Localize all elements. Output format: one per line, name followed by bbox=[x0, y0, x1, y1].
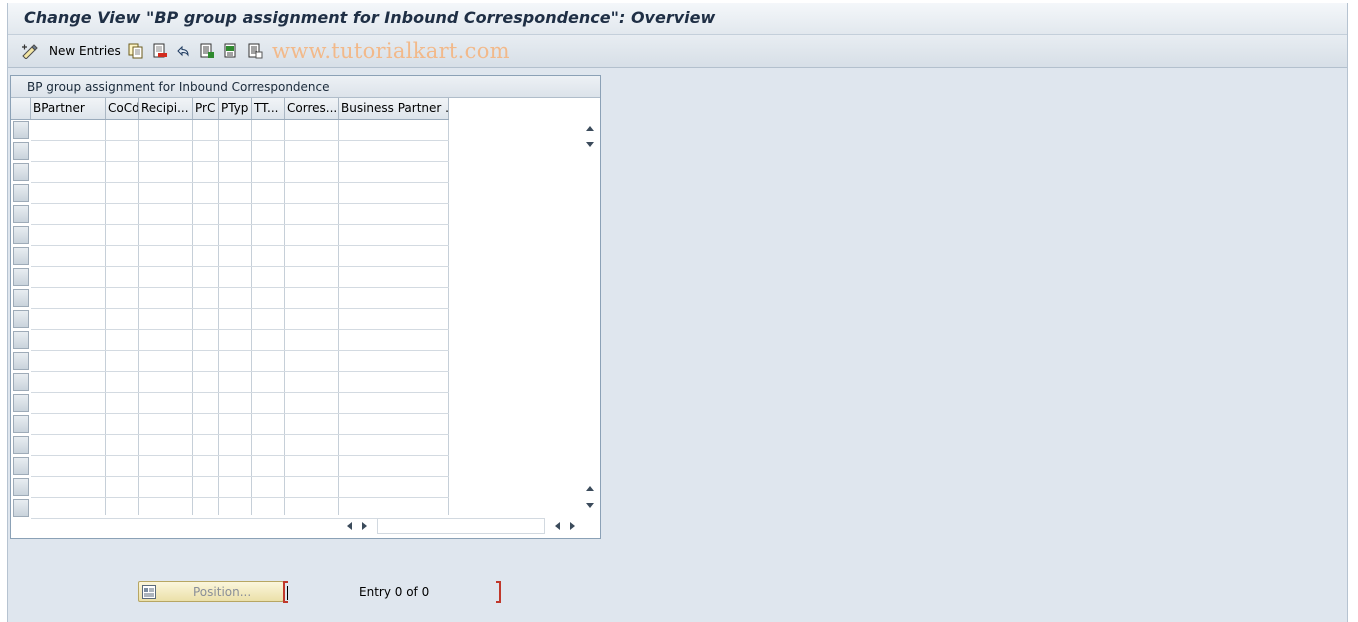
row-selector[interactable] bbox=[13, 457, 29, 475]
horizontal-scroll-track[interactable] bbox=[377, 518, 545, 534]
row-selector[interactable] bbox=[13, 436, 29, 454]
table-row bbox=[31, 287, 449, 288]
row-selector[interactable] bbox=[13, 121, 29, 139]
new-entries-button[interactable]: New Entries bbox=[49, 44, 121, 58]
table-row bbox=[31, 140, 449, 141]
table-row bbox=[31, 224, 449, 225]
row-selector[interactable] bbox=[13, 373, 29, 391]
position-icon bbox=[142, 585, 156, 602]
row-selector[interactable] bbox=[13, 205, 29, 223]
row-selector[interactable] bbox=[13, 268, 29, 286]
table-row bbox=[31, 203, 449, 204]
edit-pencil-icon[interactable] bbox=[20, 42, 40, 60]
position-button[interactable]: Position... bbox=[138, 581, 284, 602]
entry-counter: Entry 0 of 0 bbox=[359, 585, 430, 599]
scroll-first-column-icon[interactable] bbox=[551, 520, 563, 532]
row-selector[interactable] bbox=[13, 331, 29, 349]
table-row bbox=[31, 476, 449, 477]
table-row bbox=[31, 497, 449, 498]
undo-icon[interactable] bbox=[175, 42, 191, 60]
row-selector[interactable] bbox=[13, 415, 29, 433]
scroll-last-column-icon[interactable] bbox=[567, 520, 579, 532]
table-row bbox=[31, 266, 449, 267]
column-header-recipient[interactable]: Recipi... bbox=[139, 98, 193, 119]
scroll-left-icon[interactable] bbox=[343, 520, 355, 532]
row-selector[interactable] bbox=[13, 163, 29, 181]
column-header-prc[interactable]: PrC bbox=[193, 98, 219, 119]
vertical-scrollbar[interactable] bbox=[581, 98, 599, 516]
entry-field-marker-right bbox=[496, 581, 501, 603]
row-selector[interactable] bbox=[13, 226, 29, 244]
table-row bbox=[31, 308, 449, 309]
scroll-page-down-icon[interactable] bbox=[584, 500, 596, 512]
table-title: BP group assignment for Inbound Correspo… bbox=[27, 80, 330, 94]
table-control: BP group assignment for Inbound Correspo… bbox=[10, 75, 601, 539]
select-block-icon[interactable] bbox=[223, 42, 239, 60]
scroll-down-icon[interactable] bbox=[584, 482, 596, 494]
select-all-icon[interactable] bbox=[199, 42, 215, 60]
sap-window: Change View "BP group assignment for Inb… bbox=[7, 3, 1348, 622]
position-button-label: Position... bbox=[193, 585, 252, 599]
page-title: Change View "BP group assignment for Inb… bbox=[24, 8, 716, 27]
table-row bbox=[31, 455, 449, 456]
row-selector[interactable] bbox=[13, 352, 29, 370]
row-selector[interactable] bbox=[13, 499, 29, 517]
table-row bbox=[31, 371, 449, 372]
column-header-ptyp[interactable]: PTyp bbox=[219, 98, 252, 119]
horizontal-scrollbar[interactable] bbox=[341, 518, 583, 534]
copy-icon[interactable] bbox=[128, 42, 144, 60]
table-row bbox=[31, 182, 449, 183]
table-row bbox=[31, 413, 449, 414]
column-header-business-partner[interactable]: Business Partner ... bbox=[339, 98, 449, 119]
table-title-bar: BP group assignment for Inbound Correspo… bbox=[11, 76, 600, 98]
select-all-rows-corner[interactable] bbox=[11, 98, 31, 119]
row-selector[interactable] bbox=[13, 289, 29, 307]
delete-icon[interactable] bbox=[152, 42, 168, 60]
column-header-bpartner[interactable]: BPartner bbox=[31, 98, 106, 119]
application-toolbar: New Entries www.tutorialkart.com bbox=[8, 35, 1347, 68]
row-selector[interactable] bbox=[13, 394, 29, 412]
table-row bbox=[31, 392, 449, 393]
table-row bbox=[31, 245, 449, 246]
row-selector[interactable] bbox=[13, 142, 29, 160]
column-header-correspondence[interactable]: Corres... bbox=[285, 98, 339, 119]
text-cursor bbox=[287, 586, 288, 600]
table-header: BPartner CoCd Recipi... PrC PTyp TT... C… bbox=[11, 98, 449, 120]
row-selector[interactable] bbox=[13, 310, 29, 328]
column-header-cocd[interactable]: CoCd bbox=[106, 98, 139, 119]
deselect-all-icon[interactable] bbox=[247, 42, 263, 60]
column-header-tt[interactable]: TT... bbox=[252, 98, 285, 119]
scroll-right-icon[interactable] bbox=[359, 520, 371, 532]
table-row bbox=[31, 329, 449, 330]
title-bar: Change View "BP group assignment for Inb… bbox=[8, 3, 1347, 35]
scroll-page-up-icon[interactable] bbox=[584, 122, 596, 134]
table-row bbox=[31, 434, 449, 435]
watermark: www.tutorialkart.com bbox=[272, 39, 510, 63]
row-selector[interactable] bbox=[13, 478, 29, 496]
table-row bbox=[31, 161, 449, 162]
table-row bbox=[31, 350, 449, 351]
scroll-up-icon[interactable] bbox=[584, 139, 596, 151]
row-selector[interactable] bbox=[13, 184, 29, 202]
row-selector[interactable] bbox=[13, 247, 29, 265]
